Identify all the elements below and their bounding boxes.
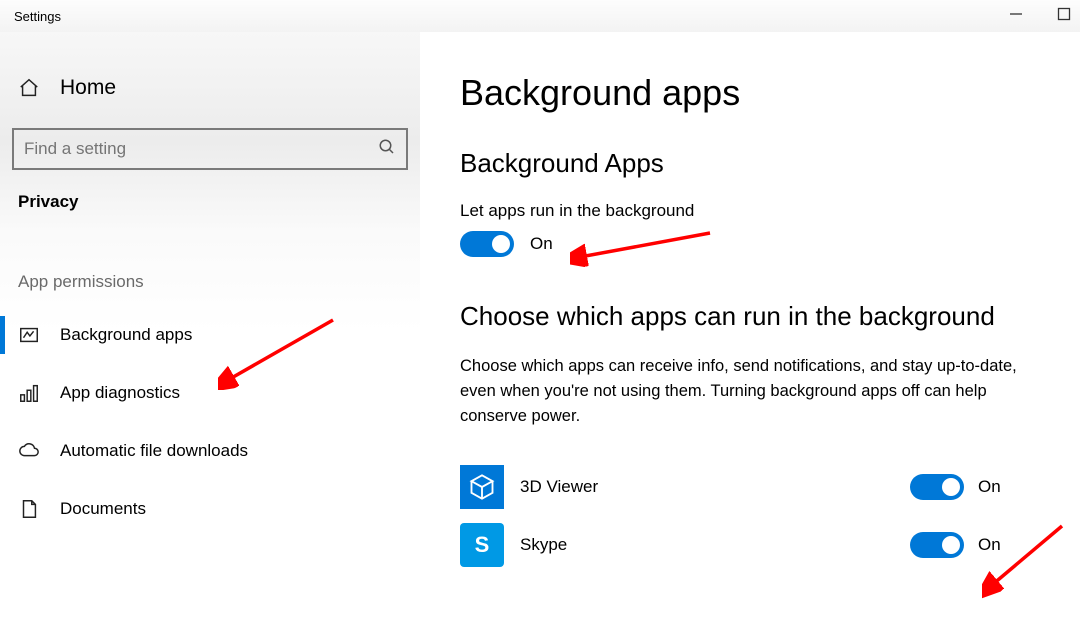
section-label: App permissions: [0, 272, 420, 306]
main-panel: Background apps Background Apps Let apps…: [420, 32, 1080, 626]
titlebar: Settings: [0, 0, 1080, 32]
toggle-state-1: On: [530, 234, 553, 254]
group-title-2: Choose which apps can run in the backgro…: [460, 301, 1050, 332]
search-box[interactable]: [12, 128, 408, 170]
toggle-state: On: [978, 535, 1001, 555]
sidebar-item-label: Background apps: [60, 325, 192, 345]
toggle-skype[interactable]: [910, 532, 964, 558]
maximize-button[interactable]: [1054, 4, 1074, 24]
sidebar-item-background-apps[interactable]: Background apps: [0, 306, 420, 364]
cloud-icon: [18, 440, 40, 462]
category-label: Privacy: [0, 192, 420, 272]
window-controls: [1006, 4, 1074, 24]
group-title-1: Background Apps: [460, 148, 1050, 179]
sidebar-item-automatic-downloads[interactable]: Automatic file downloads: [0, 422, 420, 480]
setting-label-1: Let apps run in the background: [460, 201, 1050, 221]
sidebar-item-documents[interactable]: Documents: [0, 480, 420, 538]
sidebar-item-app-diagnostics[interactable]: App diagnostics: [0, 364, 420, 422]
app-row-3dviewer: 3D Viewer On: [460, 458, 1050, 516]
page-title: Background apps: [460, 72, 1050, 114]
toggle-background-apps[interactable]: [460, 231, 514, 257]
app-name: Skype: [520, 535, 894, 555]
window-title: Settings: [14, 9, 61, 24]
app-row-skype: S Skype On: [460, 516, 1050, 574]
sidebar: Home Privacy App permissions Background …: [0, 32, 420, 626]
background-apps-icon: [18, 324, 40, 346]
minimize-button[interactable]: [1006, 4, 1026, 24]
home-icon: [18, 77, 40, 99]
search-icon: [378, 138, 396, 160]
home-label: Home: [60, 76, 116, 100]
cube-icon: [460, 465, 504, 509]
search-input[interactable]: [24, 139, 378, 159]
toggle-state: On: [978, 477, 1001, 497]
home-nav[interactable]: Home: [0, 76, 420, 128]
group-desc-2: Choose which apps can receive info, send…: [460, 354, 1050, 428]
document-icon: [18, 498, 40, 520]
toggle-3dviewer[interactable]: [910, 474, 964, 500]
sidebar-item-label: Automatic file downloads: [60, 441, 248, 461]
sidebar-item-label: Documents: [60, 499, 146, 519]
app-name: 3D Viewer: [520, 477, 894, 497]
skype-icon: S: [460, 523, 504, 567]
sidebar-item-label: App diagnostics: [60, 383, 180, 403]
diagnostics-icon: [18, 382, 40, 404]
